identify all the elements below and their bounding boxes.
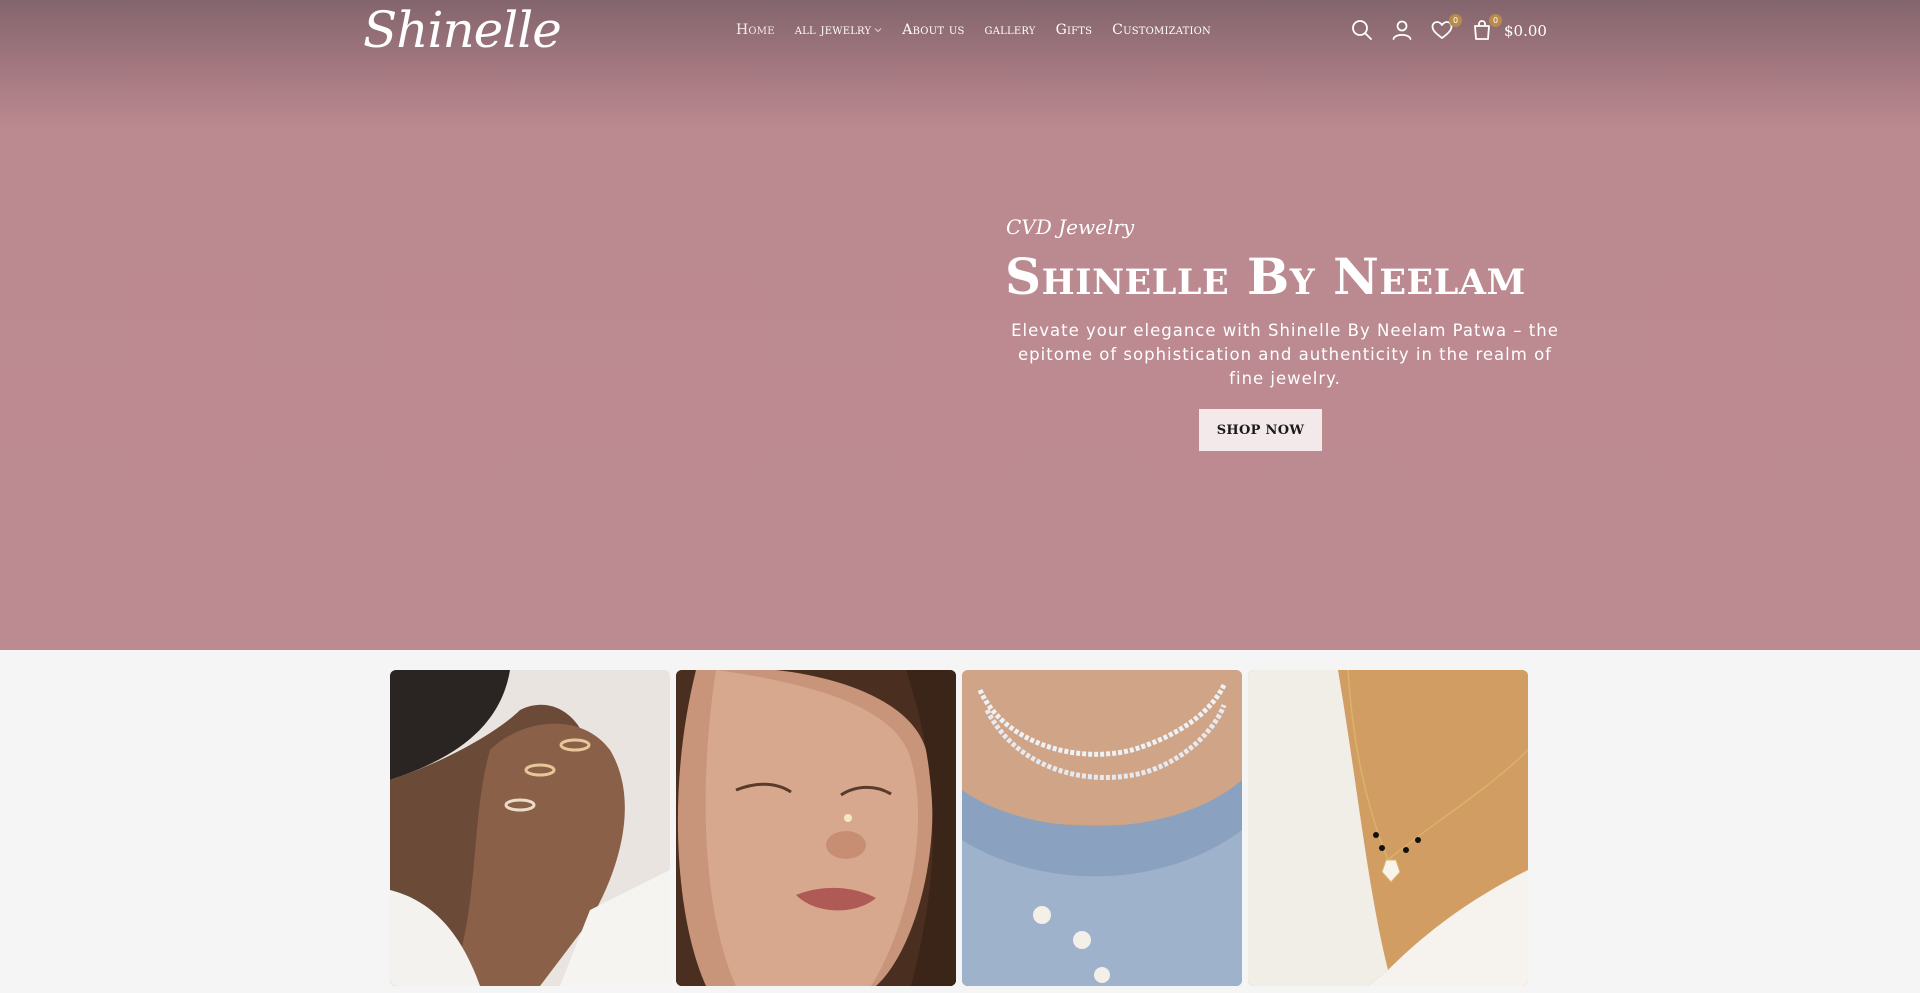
cart-count-badge: 0: [1489, 14, 1502, 27]
nav-item-label: Customization: [1112, 22, 1211, 38]
nav-item-customization[interactable]: Customization: [1112, 22, 1211, 38]
nav-item-about-us[interactable]: About us: [902, 22, 964, 38]
main-nav: Home all jewelry About us gallery Gifts …: [736, 19, 1211, 41]
rings-photo: [390, 670, 670, 986]
chevron-down-icon: [874, 28, 882, 33]
hero-banner: [0, 0, 1920, 650]
hero-description: Elevate your elegance with Shinelle By N…: [1011, 321, 1559, 388]
nav-item-gallery[interactable]: gallery: [985, 22, 1036, 38]
header-tools: 0 0 $0.00: [1350, 14, 1547, 46]
nav-item-label: About us: [902, 22, 965, 38]
heart-icon[interactable]: 0: [1430, 14, 1462, 44]
brand-logo[interactable]: Shinelle: [363, 0, 562, 60]
necklace-photo: [962, 670, 1242, 986]
hero-eyebrow: CVD Jewelry: [1006, 215, 1135, 239]
cart-total[interactable]: $0.00: [1504, 22, 1547, 40]
nav-item-label: Home: [736, 22, 775, 38]
nav-item-all-jewelry[interactable]: all jewelry: [795, 22, 883, 38]
hero-content: CVD Jewelry Shinelle By Neelam Elevate y…: [1005, 215, 1565, 391]
wishlist-count-badge: 0: [1449, 14, 1462, 27]
nav-item-label: gallery: [984, 22, 1036, 38]
nav-item-home[interactable]: Home: [736, 22, 775, 38]
gallery-image-rings[interactable]: [390, 670, 670, 986]
gallery-image-necklace[interactable]: [962, 670, 1242, 986]
nose-pin-photo: [676, 670, 956, 986]
search-icon[interactable]: [1350, 18, 1376, 44]
site-header: Shinelle Home all jewelry About us galle…: [0, 0, 1920, 60]
pendant-photo: [1248, 670, 1528, 986]
nav-item-label: all jewelry: [794, 22, 872, 38]
bag-icon[interactable]: 0: [1470, 14, 1502, 44]
shop-now-button[interactable]: SHOP NOW: [1199, 409, 1322, 451]
nav-item-label: Gifts: [1055, 22, 1093, 38]
gallery-image-pendant[interactable]: [1248, 670, 1528, 986]
gallery-strip: [390, 670, 1530, 986]
hero-title: Shinelle By Neelam: [1005, 247, 1526, 306]
gallery-image-nose-pin[interactable]: [676, 670, 956, 986]
user-icon[interactable]: [1390, 18, 1416, 44]
nav-item-gifts[interactable]: Gifts: [1056, 22, 1093, 38]
